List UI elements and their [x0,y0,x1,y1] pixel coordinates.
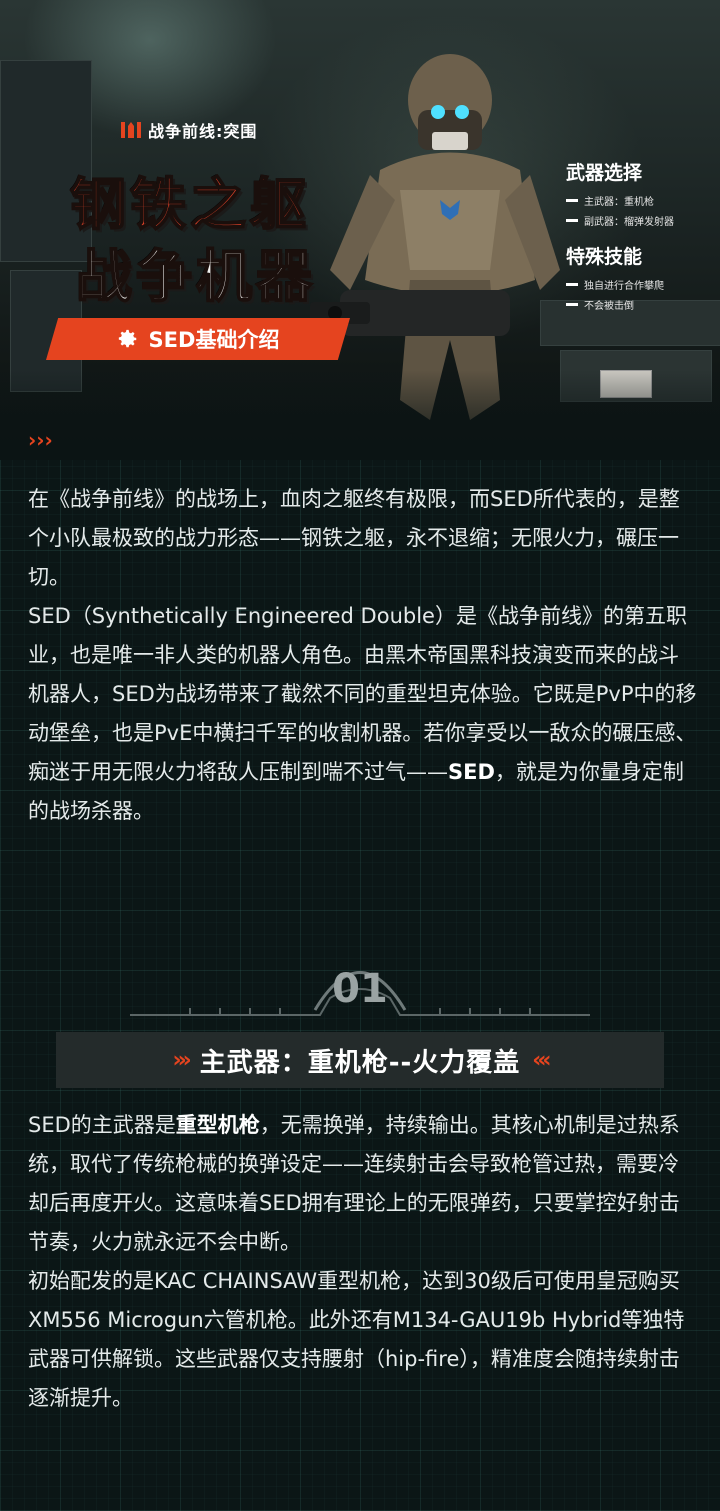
section1-paragraph-1: SED的主武器是重型机枪，无需换弹，持续输出。其核心机制是过热系统，取代了传统枪… [28,1113,680,1254]
skill-item: 独自进行合作攀爬 [566,277,716,292]
logo-mark-icon [121,122,141,138]
dash-icon [566,303,578,306]
weapon-item: 副武器：榴弹发射器 [566,213,716,228]
dash-icon [566,199,578,202]
skill-item: 不会被击倒 [566,297,716,312]
section1-paragraph-2: 初始配发的是KAC CHAINSAW重型机枪，达到30级后可使用皇冠购买XM55… [28,1269,685,1410]
hero-banner: 战争前线:突围 钢铁之躯 战争机器 SED基础介绍 武器选择 主武器：重机枪 副… [0,0,720,460]
weapons-heading: 武器选择 [566,162,643,184]
game-logo: 战争前线:突围 [120,118,257,142]
gear-icon [118,329,136,348]
chevron-left-icon: ‹‹‹ [532,1047,551,1073]
intro-paragraph-1: 在《战争前线》的战场上，血肉之躯终有极限，而SED所代表的，是整个小队最极致的战… [28,487,680,589]
section1-text: SED的主武器是重型机枪，无需换弹，持续输出。其核心机制是过热系统，取代了传统枪… [28,1106,698,1418]
chevron-right-icon: ››› [172,1047,192,1073]
intro-text: 在《战争前线》的战场上，血肉之躯终有极限，而SED所代表的，是整个小队最极致的战… [28,480,698,831]
weapon-item: 主武器：重机枪 [566,193,716,208]
dash-icon [566,283,578,286]
decor-chevrons: ››› [28,428,53,452]
loadout-panel: 武器选择 主武器：重机枪 副武器：榴弹发射器 特殊技能 独自进行合作攀爬 不会被… [566,158,716,317]
section-number: 01 [332,966,388,1012]
chevron-right-icon: ››› [28,428,53,452]
intro-banner: SED基础介绍 [46,318,350,360]
banner-text: SED基础介绍 [148,328,280,352]
section-number-frame: 01 [120,940,600,1030]
hero-title-line1: 钢铁之躯 [69,172,310,239]
section-title-bar: ››› 主武器：重机枪--火力覆盖 ‹‹‹ [56,1032,664,1088]
intro-paragraph-2: SED（Synthetically Engineered Double）是《战争… [28,604,697,823]
section-title: 主武器：重机枪--火力覆盖 [199,1047,521,1078]
logo-text: 战争前线:突围 [148,122,258,141]
dash-icon [566,219,578,222]
hero-title-line2: 战争机器 [75,244,316,311]
skills-heading: 特殊技能 [566,246,643,268]
